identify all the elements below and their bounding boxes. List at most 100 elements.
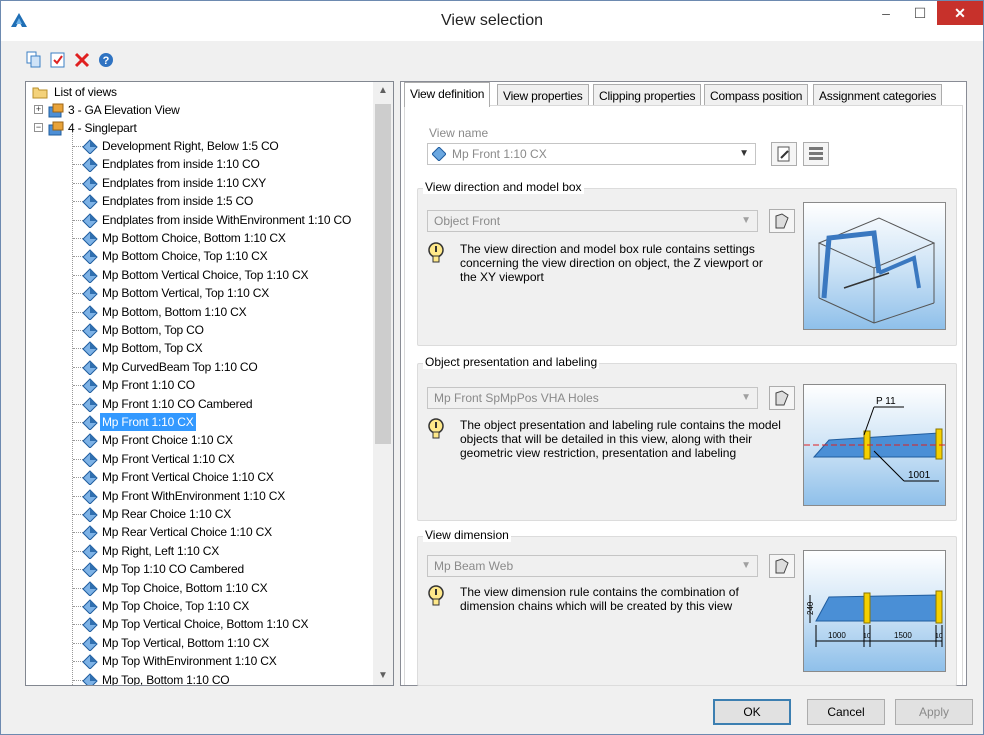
view-icon (82, 304, 98, 320)
scroll-thumb[interactable] (375, 104, 391, 444)
pic-label-bottom: 1001 (908, 470, 931, 481)
tree-view-item-label: Mp Front Vertical 1:10 CX (102, 451, 235, 466)
dimension-group-title: View dimension (423, 528, 511, 542)
edit-document-icon (777, 146, 790, 162)
direction-info: The view direction and model box rule co… (460, 242, 763, 284)
maximize-button[interactable]: ☐ (908, 1, 932, 27)
tree-view-item-label: Mp Bottom, Bottom 1:10 CX (102, 304, 247, 319)
tree-view-item-label: Endplates from inside 1:10 CXY (102, 175, 267, 190)
collapse-icon[interactable]: − (34, 123, 43, 132)
tree-node-label: 3 - GA Elevation View (68, 103, 180, 117)
presentation-group-title: Object presentation and labeling (423, 355, 600, 369)
view-icon (82, 415, 98, 430)
tab-compass-position[interactable]: Compass position (704, 84, 809, 106)
title-bar: View selection – ☐ ✕ (1, 1, 983, 41)
info-bulb-icon (428, 242, 444, 263)
apply-button[interactable]: Apply (895, 699, 973, 725)
view-icon (432, 147, 446, 161)
tree-view-item-label: Mp Front 1:10 CO Cambered (102, 396, 253, 411)
tree-view-item-label: Mp Top WithEnvironment 1:10 CX (102, 654, 277, 669)
folder-open-icon (32, 87, 48, 99)
view-icon (82, 654, 98, 670)
copy-icon[interactable] (25, 51, 43, 69)
edit-presentation-button[interactable] (769, 386, 795, 410)
window-title: View selection (441, 12, 543, 29)
view-icon (82, 636, 98, 651)
tree-view-item-label: Mp Top 1:10 CO Cambered (102, 562, 244, 577)
view-icon (82, 139, 98, 154)
direction-preview (803, 202, 946, 330)
minimize-button[interactable]: – (874, 1, 898, 27)
tree-guide-line (72, 129, 73, 685)
tree-view-item-label: Mp Top Choice, Top 1:10 CX (102, 599, 250, 613)
edit-dimension-button[interactable] (769, 554, 795, 578)
dimension-preview: 240 1000 10 1500 10 (803, 550, 946, 672)
tree-view-item-label: Mp Rear Choice 1:10 CX (102, 507, 231, 521)
tab-content: View name Mp Front 1:10 CX ▼ View direct… (404, 105, 963, 686)
view-icon (82, 672, 98, 685)
close-button[interactable]: ✕ (937, 1, 983, 25)
view-icon (82, 360, 98, 375)
direction-select[interactable]: Object Front ▼ (427, 210, 758, 232)
tab-view-properties[interactable]: View properties (497, 84, 589, 106)
edit-hand-icon (775, 390, 789, 406)
dim-value: 10 (863, 633, 871, 640)
expand-icon[interactable]: + (34, 105, 43, 114)
tree-view-item-label: Mp Bottom, Top CX (102, 341, 203, 356)
svg-text:?: ? (103, 55, 110, 67)
beam-label-image: P 11 1001 (804, 396, 945, 482)
tree-view-item-label: Mp Bottom Choice, Top 1:10 CX (102, 249, 268, 264)
scroll-down-icon[interactable]: ▼ (373, 667, 393, 685)
tree-view-item-label: Mp Bottom, Top CO (102, 323, 204, 337)
views-tree[interactable]: List of views + 3 - GA Elevation View − … (25, 81, 394, 686)
tree-scrollbar[interactable]: ▲ ▼ (373, 82, 393, 685)
tree-view-item-label: Mp Front WithEnvironment 1:10 CX (102, 488, 286, 503)
edit-view-button[interactable] (771, 142, 797, 166)
dimension-info: The view dimension rule contains the com… (460, 585, 739, 613)
tree-view-item-label: Mp Front 1:10 CO (102, 378, 195, 393)
view-icon (82, 157, 98, 173)
view-icon (82, 268, 98, 283)
chevron-down-icon: ▼ (739, 148, 749, 159)
ok-button[interactable]: OK (713, 699, 791, 725)
dim-value: 10 (935, 633, 943, 640)
chevron-down-icon: ▼ (741, 215, 751, 226)
view-icon (82, 176, 98, 191)
view-icon (82, 286, 98, 302)
scroll-up-icon[interactable]: ▲ (373, 82, 393, 100)
delete-icon[interactable] (73, 51, 91, 69)
tree-view-item-label: Endplates from inside 1:10 CO (102, 157, 260, 172)
dimension-value: Mp Beam Web (434, 559, 514, 573)
edit-hand-icon (775, 558, 789, 574)
tree-view-item-label: Mp Bottom Vertical Choice, Top 1:10 CX (102, 267, 309, 282)
presentation-preview: P 11 1001 (803, 384, 946, 506)
tab-clipping-properties[interactable]: Clipping properties (593, 84, 702, 106)
dimension-select[interactable]: Mp Beam Web ▼ (427, 555, 758, 577)
help-icon[interactable]: ? (97, 51, 115, 69)
info-bulb-icon (428, 418, 444, 439)
frame-3d-image (817, 217, 936, 324)
view-icon (82, 212, 98, 228)
view-icon (82, 323, 98, 338)
cancel-button[interactable]: Cancel (807, 699, 885, 725)
view-icon (82, 452, 98, 467)
view-name-select[interactable]: Mp Front 1:10 CX ▼ (427, 143, 756, 165)
view-properties-button[interactable] (803, 142, 829, 166)
tree-view-item-label: Mp Top Vertical Choice, Bottom 1:10 CX (102, 617, 309, 632)
tree-view-item-label: Mp Front Vertical Choice 1:10 CX (102, 470, 274, 485)
edit-direction-button[interactable] (769, 209, 795, 233)
presentation-select[interactable]: Mp Front SpMpPos VHA Holes ▼ (427, 387, 758, 409)
view-icon (82, 580, 98, 596)
info-bulb-icon (428, 585, 444, 606)
checklist-icon[interactable] (49, 51, 67, 69)
view-icon (82, 433, 98, 449)
tree-view-item-label: Mp Bottom Choice, Bottom 1:10 CX (102, 231, 286, 245)
view-icon (82, 396, 98, 412)
tree-view-item-label: Endplates from inside WithEnvironment 1:… (102, 212, 352, 227)
view-icon (82, 470, 98, 486)
view-icon (82, 562, 98, 578)
tree-view-item-label: Mp Top, Bottom 1:10 CO (102, 672, 230, 686)
tab-assignment-categories[interactable]: Assignment categories (813, 84, 943, 106)
chevron-down-icon: ▼ (741, 392, 751, 403)
tab-view-definition[interactable]: View definition (404, 82, 491, 107)
